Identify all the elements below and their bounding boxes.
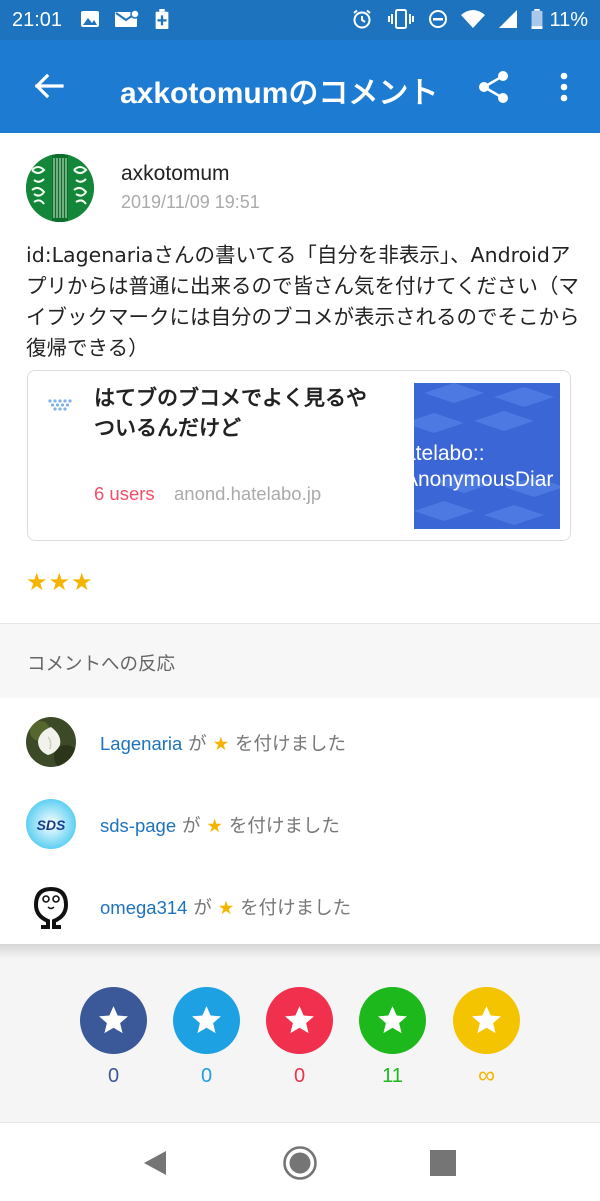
alarm-icon — [353, 9, 371, 29]
star-icon: ★ — [206, 816, 223, 837]
comment-username[interactable]: axkotomum — [121, 162, 230, 186]
star-button-blue[interactable] — [80, 987, 147, 1054]
star-icon: ★ — [217, 898, 235, 919]
star-panel: 0 0 0 11 ∞ — [0, 958, 600, 1122]
link-domain: anond.hatelabo.jp — [174, 483, 322, 504]
link-card[interactable]: はてブのブコメでよく見るやついるんだけど 6 users anond.hatel… — [27, 370, 571, 541]
sds-avatar-text: SDS — [37, 817, 66, 833]
share-icon[interactable] — [474, 67, 514, 107]
panel-shadow — [0, 944, 600, 958]
page-title: axkotomumのコメント — [120, 77, 439, 110]
image-icon — [81, 11, 99, 27]
avatar[interactable] — [26, 154, 94, 222]
wifi-icon — [461, 10, 485, 28]
nav-home-icon[interactable] — [282, 1145, 318, 1181]
reaction-username[interactable]: omega314 — [100, 897, 187, 918]
vibrate-icon — [388, 9, 414, 29]
reaction-text: sds-page が ★ を付けました — [100, 815, 340, 837]
star-count-red: 0 — [293, 1065, 306, 1087]
reaction-username[interactable]: Lagenaria — [100, 733, 182, 754]
battery-saver-icon — [155, 9, 169, 29]
star-count-blue: 0 — [107, 1065, 120, 1087]
mail-icon — [115, 9, 140, 27]
comment-stars: ★★★ — [26, 568, 94, 596]
nav-back-icon[interactable] — [138, 1145, 174, 1181]
nav-recents-icon[interactable] — [425, 1145, 461, 1181]
avatar[interactable] — [26, 717, 76, 767]
app-bar: axkotomumのコメント — [0, 40, 600, 133]
star-button-red[interactable] — [266, 987, 333, 1054]
star-button-green[interactable] — [359, 987, 426, 1054]
avatar[interactable] — [26, 881, 76, 931]
star-count-light-blue: 0 — [200, 1065, 213, 1087]
link-thumbnail[interactable]: atelabo:: AnonymousDiar — [414, 383, 560, 529]
star-button-light-blue[interactable] — [173, 987, 240, 1054]
reaction-text: omega314 が ★ を付けました — [100, 897, 352, 919]
reaction-text: Lagenaria が ★ を付けました — [100, 733, 347, 755]
star-count-yellow: ∞ — [477, 1062, 496, 1089]
status-time: 21:01 — [12, 9, 63, 31]
arrow-left-icon[interactable] — [28, 66, 68, 106]
comment-timestamp: 2019/11/09 19:51 — [121, 192, 260, 212]
reactions-header-label: コメントへの反応 — [27, 654, 176, 675]
reaction-username[interactable]: sds-page — [100, 815, 176, 836]
hatena-favicon-icon — [48, 399, 72, 411]
system-nav-bar — [0, 1122, 600, 1201]
more-vert-icon[interactable] — [546, 67, 582, 107]
reaction-item-lagenaria[interactable]: Lagenaria が ★ を付けました — [0, 717, 600, 797]
star-button-yellow[interactable] — [453, 987, 520, 1054]
avatar[interactable]: SDS — [26, 799, 76, 849]
star-icon: ★ — [212, 734, 230, 755]
reaction-item-sds-page[interactable]: SDS sds-page が ★ を付けました — [0, 799, 600, 879]
battery-percentage: 11% — [549, 9, 588, 31]
battery-icon — [531, 9, 543, 29]
link-title[interactable]: はてブのブコメでよく見るやついるんだけど — [94, 383, 384, 443]
signal-icon — [499, 10, 517, 28]
status-bar: 21:01 11% — [0, 0, 600, 40]
star-count-green: 11 — [382, 1065, 403, 1087]
bookmark-users-count[interactable]: 6 users — [94, 483, 155, 505]
reactions-section-header: コメントへの反応 — [0, 624, 600, 698]
thumbnail-text: atelabo:: AnonymousDiar — [414, 442, 554, 491]
dnd-icon — [429, 10, 447, 28]
comment-body: id:Lagenariaさんの書いてる「自分を非表示」、Androidアプリから… — [26, 243, 580, 360]
